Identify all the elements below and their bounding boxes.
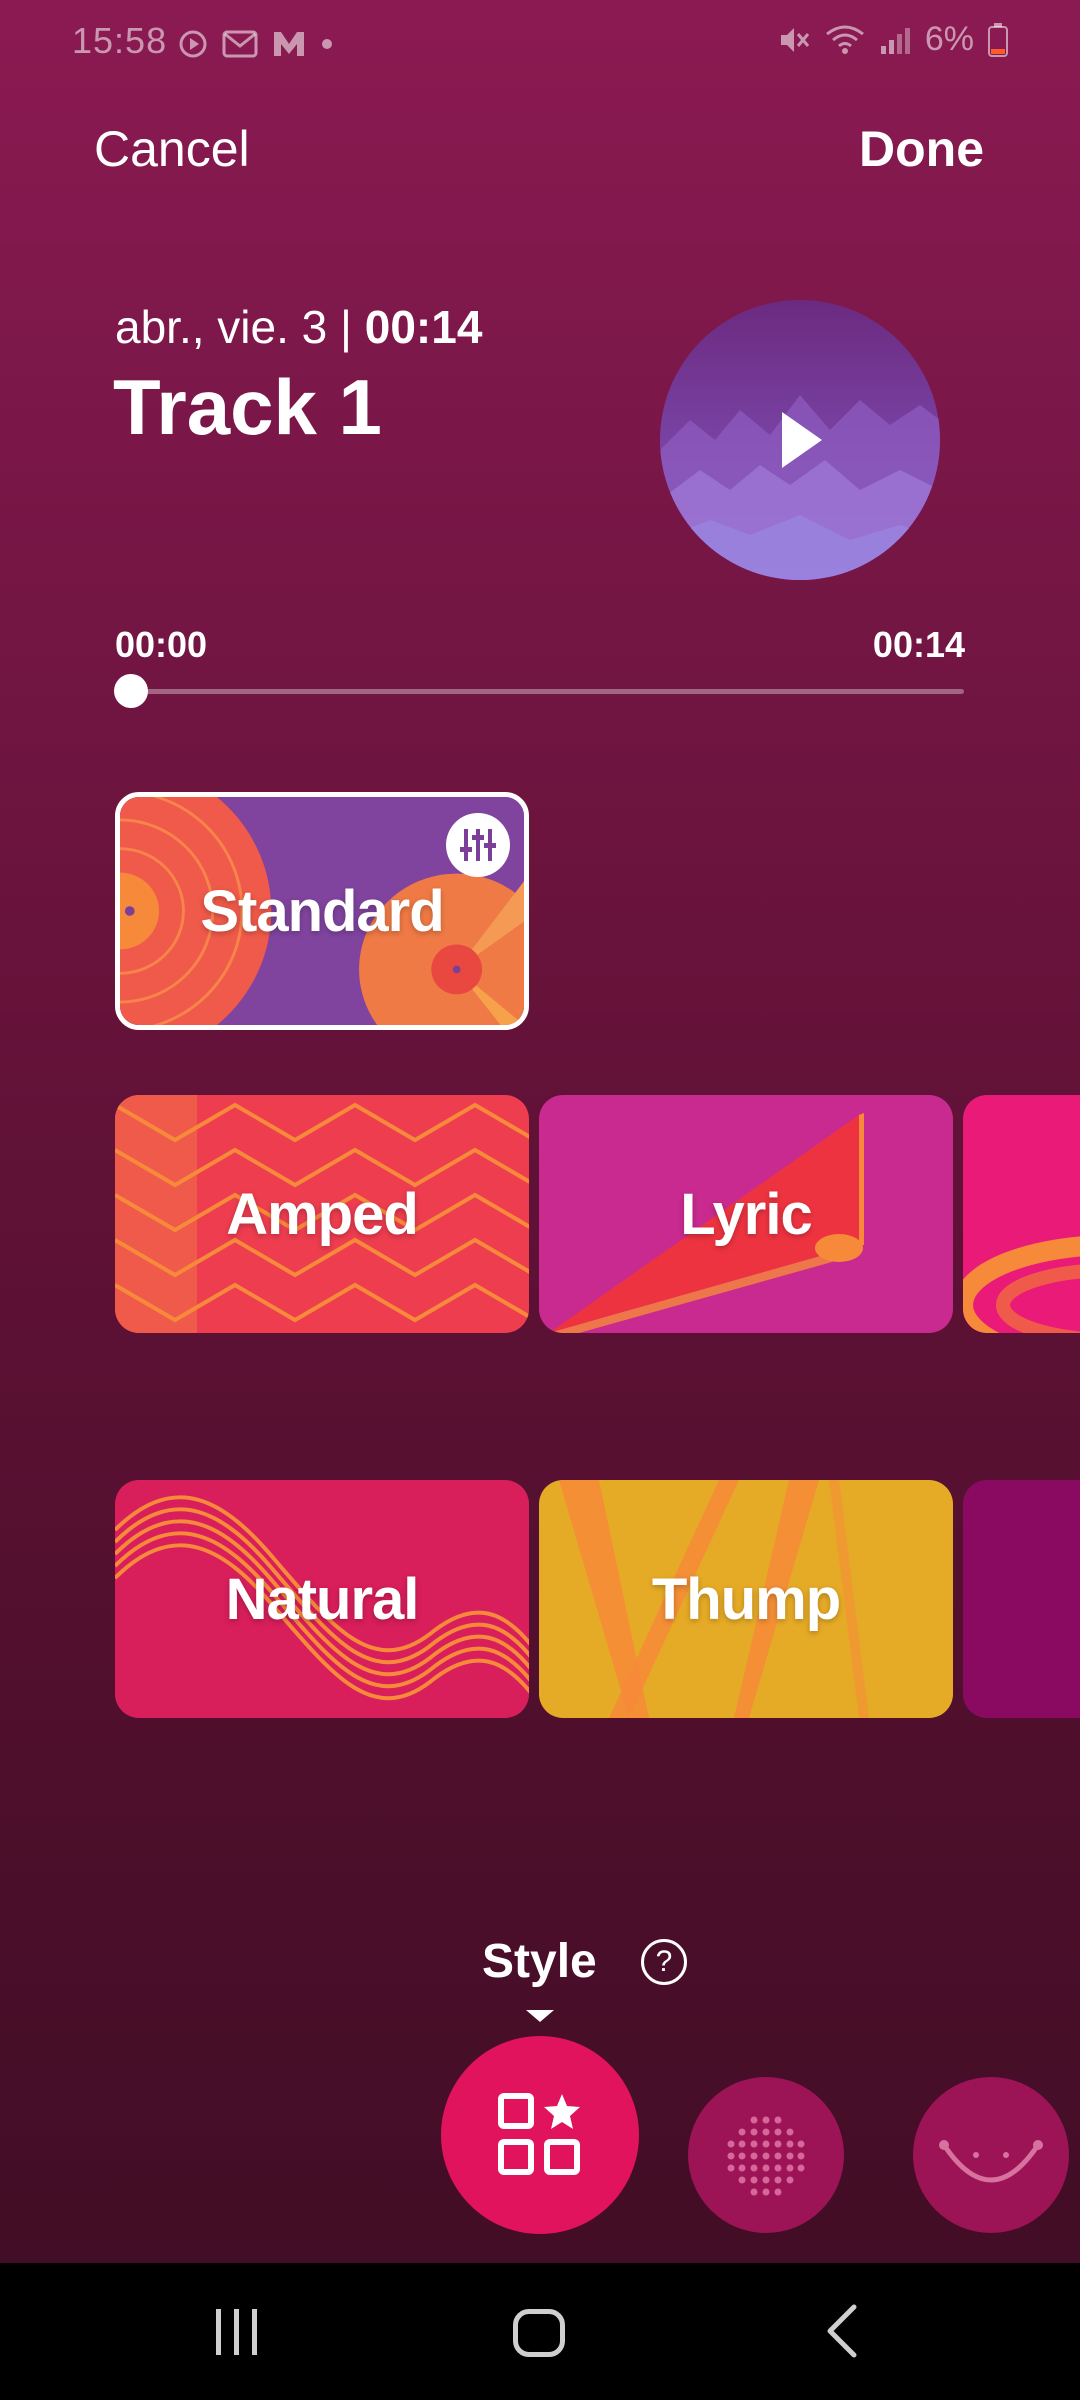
done-button[interactable]: Done xyxy=(859,120,984,178)
style-card-label: Natural xyxy=(225,1566,420,1632)
dots-sphere-icon xyxy=(727,2116,805,2196)
style-card-lyric[interactable]: Lyric xyxy=(539,1095,953,1333)
smile-curve-icon xyxy=(939,2140,1043,2183)
track-date: abr., vie. 3 | xyxy=(115,301,365,353)
track-title: Track 1 xyxy=(113,363,382,451)
style-card-label: Amped xyxy=(226,1181,419,1247)
style-card-amped[interactable]: Amped xyxy=(115,1095,529,1333)
mute-icon xyxy=(780,27,810,52)
smile-tool-button[interactable] xyxy=(913,2077,1069,2233)
partial-pattern xyxy=(963,1095,1080,1333)
seek-bar[interactable] xyxy=(130,689,964,694)
status-icons-right: 6% xyxy=(777,20,1008,59)
cancel-button[interactable]: Cancel xyxy=(94,120,250,178)
track-duration: 00:14 xyxy=(364,301,483,353)
top-bar: Cancel Done xyxy=(0,110,1080,190)
battery-low-icon xyxy=(988,22,1008,57)
adjust-settings-icon[interactable] xyxy=(446,813,510,877)
total-time: 00:14 xyxy=(872,624,965,665)
style-card-label: Lyric xyxy=(680,1181,812,1247)
style-card-standard[interactable]: Standard xyxy=(115,792,529,1030)
signal-icon xyxy=(880,27,910,54)
status-bar: 15:58 6% xyxy=(0,0,1080,86)
mode-label: Style xyxy=(482,1935,597,1988)
seek-thumb[interactable] xyxy=(114,674,148,708)
status-time: 15:58 xyxy=(72,20,168,61)
wifi-icon xyxy=(825,25,864,54)
album-art xyxy=(660,300,940,580)
style-tool-button[interactable] xyxy=(441,2036,639,2234)
recents-icon[interactable] xyxy=(212,2305,262,2359)
help-icon[interactable]: ? xyxy=(641,1939,687,1985)
system-nav-bar xyxy=(0,2263,1080,2400)
gmail-icon xyxy=(222,30,258,58)
marvel-icon xyxy=(274,32,304,56)
current-time: 00:00 xyxy=(115,624,208,665)
style-card-label: Thump xyxy=(651,1566,841,1632)
style-card-partial-3[interactable] xyxy=(963,1095,1080,1333)
grid-star-icon xyxy=(498,2093,580,2175)
dots-tool-button[interactable] xyxy=(688,2077,844,2233)
play-preview-button[interactable] xyxy=(660,300,940,580)
mode-caret-icon xyxy=(526,2010,554,2022)
style-card-partial-6[interactable] xyxy=(963,1480,1080,1718)
style-card-natural[interactable]: Natural xyxy=(115,1480,529,1718)
battery-percent: 6% xyxy=(924,20,974,58)
style-card-thump[interactable]: Thump xyxy=(539,1480,953,1718)
status-icons-left xyxy=(178,24,334,64)
back-icon[interactable] xyxy=(822,2303,862,2359)
home-icon[interactable] xyxy=(513,2309,565,2357)
track-meta: abr., vie. 3 | 00:14 xyxy=(115,300,482,354)
play-circle-icon xyxy=(179,30,207,58)
dot-icon xyxy=(322,39,332,49)
